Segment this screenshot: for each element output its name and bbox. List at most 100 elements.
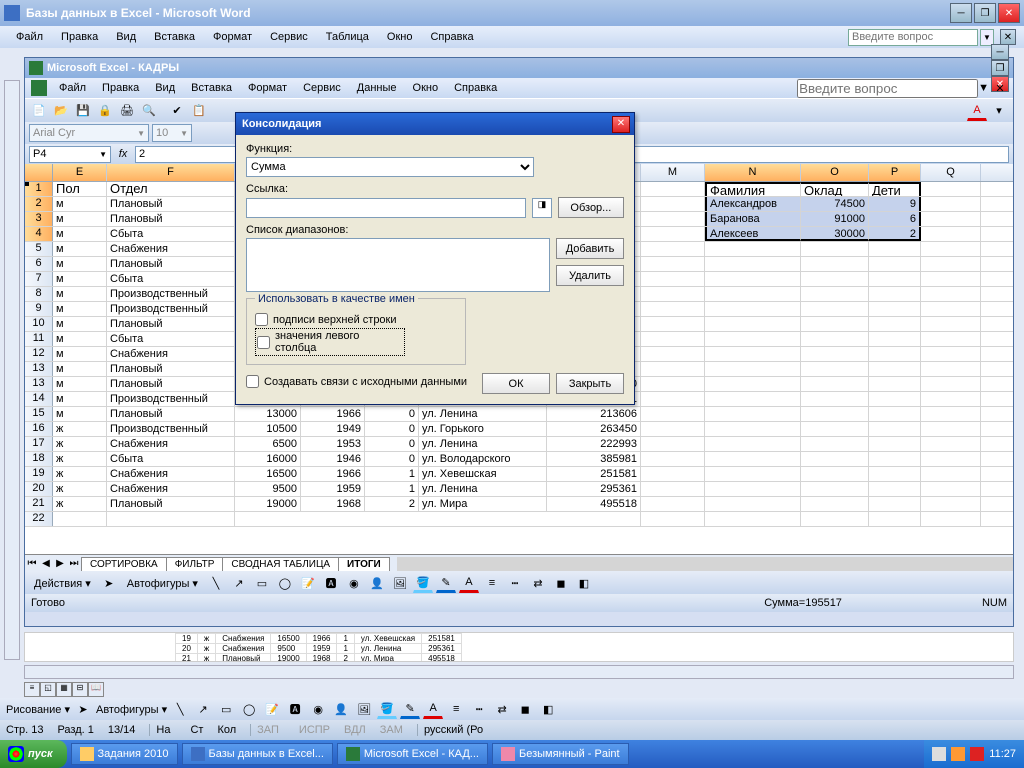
excel-menu-data[interactable]: Данные (349, 80, 405, 96)
shadow-button[interactable]: ◼ (551, 573, 571, 593)
cell[interactable] (921, 377, 981, 391)
cell[interactable] (705, 377, 801, 391)
save-button[interactable]: 💾 (73, 101, 93, 121)
cell[interactable]: м (53, 362, 107, 376)
row-header[interactable]: 19 (25, 467, 53, 481)
top-row-check[interactable]: подписи верхней строки (255, 313, 457, 326)
word-oval-button[interactable]: ◯ (239, 699, 259, 719)
tab-last[interactable]: ⏭ (67, 558, 81, 569)
cell[interactable] (869, 437, 921, 451)
cell[interactable] (705, 272, 801, 286)
cell[interactable] (921, 467, 981, 481)
row-header[interactable]: 10 (25, 317, 53, 331)
cell[interactable]: м (53, 212, 107, 226)
word-restore-button[interactable]: ❐ (974, 3, 996, 23)
excel-question-input[interactable] (797, 79, 978, 98)
row-header[interactable]: 2 (25, 197, 53, 211)
cell[interactable] (869, 287, 921, 301)
row-header[interactable]: 6 (25, 257, 53, 271)
select-all-corner[interactable] (25, 164, 53, 181)
excel-menu-file[interactable]: Файл (51, 80, 94, 96)
cell[interactable] (801, 257, 869, 271)
cell[interactable] (801, 242, 869, 256)
cell[interactable] (705, 437, 801, 451)
cell[interactable]: Снабжения (107, 347, 235, 361)
cell[interactable] (641, 512, 705, 526)
cell[interactable]: Сбыта (107, 452, 235, 466)
font-combo[interactable]: Arial Cyr▼ (29, 124, 149, 142)
cell[interactable]: м (53, 227, 107, 241)
word-dashstyle-button[interactable]: ┅ (469, 699, 489, 719)
col-F[interactable]: F (107, 164, 235, 181)
task-3[interactable]: Microsoft Excel - КАД... (337, 743, 488, 765)
start-button[interactable]: пуск (0, 740, 67, 768)
linecolor-button[interactable]: ✎ (436, 573, 456, 593)
cell[interactable] (869, 272, 921, 286)
row-header[interactable]: 15 (25, 407, 53, 421)
oval-button[interactable]: ◯ (275, 573, 295, 593)
cell[interactable] (641, 467, 705, 481)
row-header[interactable]: 7 (25, 272, 53, 286)
picture-button[interactable]: 🖼 (390, 573, 410, 593)
cell[interactable] (869, 392, 921, 406)
cell[interactable] (641, 407, 705, 421)
collapse-ref-button[interactable]: ◨ (532, 198, 552, 218)
select-objects-button[interactable]: ➤ (99, 573, 119, 593)
word-textbox-button[interactable]: 📝 (262, 699, 282, 719)
dialog-titlebar[interactable]: Консолидация ✕ (236, 113, 634, 135)
cell[interactable] (921, 182, 981, 196)
line-button[interactable]: ╲ (206, 573, 226, 593)
cell[interactable] (921, 227, 981, 241)
row-header[interactable]: 14 (25, 392, 53, 406)
create-links-check[interactable]: Создавать связи с исходными данными (246, 375, 476, 388)
close-button[interactable]: Закрыть (556, 373, 624, 394)
dashstyle-button[interactable]: ┅ (505, 573, 525, 593)
cell[interactable] (801, 497, 869, 511)
cell[interactable] (921, 257, 981, 271)
add-button[interactable]: Добавить (556, 238, 624, 259)
cell[interactable] (641, 392, 705, 406)
print-view-button[interactable]: ▦ (56, 682, 72, 697)
tab-filter[interactable]: ФИЛЬТР (166, 557, 224, 571)
autoshapes-menu[interactable]: Автофигуры ▾ (122, 576, 203, 591)
cell[interactable] (641, 437, 705, 451)
cell[interactable] (921, 452, 981, 466)
cell[interactable]: ж (53, 422, 107, 436)
cell[interactable]: м (53, 407, 107, 421)
row-header[interactable]: 22 (25, 512, 53, 526)
word-shadow-button[interactable]: ◼ (515, 699, 535, 719)
browse-button[interactable]: Обзор... (558, 197, 624, 218)
excel-question-dropdown[interactable]: ▼ (978, 82, 989, 94)
cell[interactable]: Снабжения (107, 242, 235, 256)
cell[interactable]: Сбыта (107, 272, 235, 286)
cell[interactable]: Снабжения (107, 482, 235, 496)
textbox-button[interactable]: 📝 (298, 573, 318, 593)
cell[interactable]: Плановый (107, 497, 235, 511)
ok-button[interactable]: ОК (482, 373, 550, 394)
cell[interactable] (641, 242, 705, 256)
cell[interactable] (705, 347, 801, 361)
h-scrollbar[interactable] (397, 557, 1013, 571)
cell[interactable] (801, 467, 869, 481)
cell[interactable]: м (53, 257, 107, 271)
cell[interactable]: Производственный (107, 392, 235, 406)
word-menu-view[interactable]: Вид (108, 29, 144, 45)
clipart-button[interactable]: 👤 (367, 573, 387, 593)
cell[interactable] (705, 422, 801, 436)
word-question-input[interactable] (848, 29, 978, 46)
cell[interactable] (641, 302, 705, 316)
col-M[interactable]: M (641, 164, 705, 181)
cell[interactable] (801, 377, 869, 391)
tab-next[interactable]: ▶ (53, 558, 67, 569)
cell[interactable] (641, 482, 705, 496)
cell[interactable] (641, 497, 705, 511)
word-draw-menu[interactable]: Рисование ▾ (6, 703, 70, 716)
cell[interactable] (705, 467, 801, 481)
row-header[interactable]: 18 (25, 452, 53, 466)
col-N[interactable]: N (705, 164, 801, 181)
fillcolor-button[interactable]: 🪣 (413, 573, 433, 593)
row-header[interactable]: 13 (25, 362, 53, 376)
cell[interactable] (801, 452, 869, 466)
cell[interactable] (705, 242, 801, 256)
cell[interactable]: Сбыта (107, 332, 235, 346)
